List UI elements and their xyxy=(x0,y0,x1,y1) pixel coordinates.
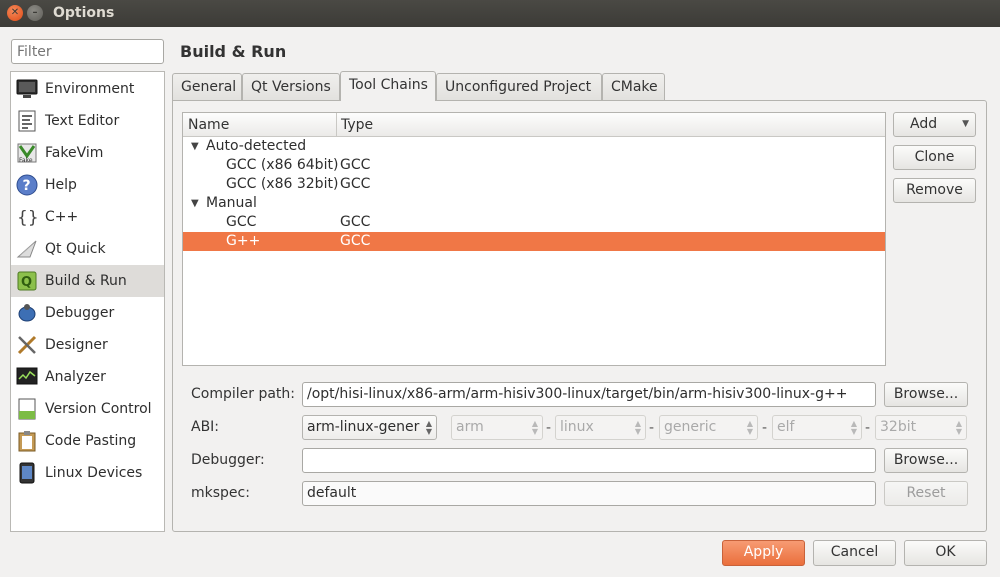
sidebar-item-text-editor[interactable]: Text Editor xyxy=(11,105,164,137)
tab-unconfigured-project[interactable]: Unconfigured Project xyxy=(436,73,602,100)
braces-icon: {} xyxy=(15,205,39,229)
filter-input[interactable] xyxy=(11,39,164,64)
ok-button[interactable]: OK xyxy=(904,540,987,566)
debugger-field[interactable] xyxy=(302,448,876,473)
abi-width-select[interactable]: 32bit ▲ ▼ xyxy=(875,415,967,440)
tab-tool-chains[interactable]: Tool Chains xyxy=(340,71,436,101)
svg-text:{}: {} xyxy=(17,208,38,228)
svg-text:?: ? xyxy=(23,178,31,194)
sidebar-item-code-pasting[interactable]: Code Pasting xyxy=(11,425,164,457)
abi-select[interactable]: arm-linux-gener ▲ ▼ xyxy=(302,415,437,440)
svg-text:Q: Q xyxy=(21,275,32,290)
tree-header: Name Type xyxy=(183,113,885,137)
sidebar-item-linux-devices[interactable]: Linux Devices xyxy=(11,457,164,489)
sidebar-item-qt-quick[interactable]: Qt Quick xyxy=(11,233,164,265)
minimize-window-icon[interactable]: – xyxy=(27,5,43,21)
apply-button[interactable]: Apply xyxy=(722,540,805,566)
tree-row-selected[interactable]: G++ GCC xyxy=(183,232,885,251)
sidebar-item-fakevim[interactable]: Fake FakeVim xyxy=(11,137,164,169)
abi-format-select[interactable]: elf ▲ ▼ xyxy=(772,415,862,440)
sidebar-item-designer[interactable]: Designer xyxy=(11,329,164,361)
reset-button[interactable]: Reset xyxy=(884,481,968,506)
window-title: Options xyxy=(53,5,115,21)
clone-button[interactable]: Clone xyxy=(893,145,976,170)
sidebar-item-cpp[interactable]: {} C++ xyxy=(11,201,164,233)
spin-arrows-icon: ▲ ▼ xyxy=(634,419,641,436)
column-header-type[interactable]: Type xyxy=(341,113,373,137)
help-icon: ? xyxy=(15,173,39,197)
spin-arrows-icon: ▲ ▼ xyxy=(850,419,857,436)
abi-flavor-select[interactable]: generic ▲ ▼ xyxy=(659,415,758,440)
tree-row[interactable]: GCC GCC xyxy=(183,213,885,232)
sidebar-item-debugger[interactable]: Debugger xyxy=(11,297,164,329)
remove-button[interactable]: Remove xyxy=(893,178,976,203)
spin-arrows-icon: ▲ ▼ xyxy=(425,419,432,436)
tree-row[interactable]: GCC (x86 32bit) GCC xyxy=(183,175,885,194)
clipboard-icon xyxy=(15,429,39,453)
column-divider xyxy=(336,113,337,137)
abi-architecture-select[interactable]: arm ▲ ▼ xyxy=(451,415,543,440)
tab-cmake[interactable]: CMake xyxy=(602,73,665,100)
qt-quick-icon xyxy=(15,237,39,261)
sidebar-item-environment[interactable]: Environment xyxy=(11,73,164,105)
designer-icon xyxy=(15,333,39,357)
sidebar-item-version-control[interactable]: Version Control xyxy=(11,393,164,425)
close-window-icon[interactable]: ✕ xyxy=(7,5,23,21)
cancel-button[interactable]: Cancel xyxy=(813,540,896,566)
tool-chain-tree[interactable]: Name Type ▼ Auto-detected GCC (x86 64bit… xyxy=(182,112,886,366)
spin-arrows-icon: ▲ ▼ xyxy=(746,419,753,436)
expand-triangle-icon[interactable]: ▼ xyxy=(191,137,199,156)
compiler-path-field[interactable]: /opt/hisi-linux/x86-arm/arm-hisiv300-lin… xyxy=(302,382,876,407)
compiler-path-label: Compiler path: xyxy=(191,386,296,402)
tree-group-auto-detected[interactable]: ▼ Auto-detected xyxy=(183,137,885,156)
debugger-label: Debugger: xyxy=(191,452,265,468)
device-icon xyxy=(15,461,39,485)
abi-separator: - xyxy=(649,420,655,436)
sidebar-item-build-run[interactable]: Q Build & Run xyxy=(11,265,164,297)
version-control-icon xyxy=(15,397,39,421)
add-button[interactable]: Add ▼ xyxy=(893,112,976,137)
compiler-browse-button[interactable]: Browse... xyxy=(884,382,968,407)
expand-triangle-icon[interactable]: ▼ xyxy=(191,194,199,213)
analyzer-icon xyxy=(15,365,39,389)
debugger-icon xyxy=(15,301,39,325)
chevron-down-icon: ▼ xyxy=(962,119,969,129)
category-sidebar: Environment Text Editor Fake FakeVim ? H… xyxy=(10,71,165,532)
tree-row[interactable]: GCC (x86 64bit) GCC xyxy=(183,156,885,175)
abi-separator: - xyxy=(546,420,552,436)
column-header-name[interactable]: Name xyxy=(188,113,229,137)
fakevim-icon: Fake xyxy=(15,141,39,165)
abi-label: ABI: xyxy=(191,419,220,435)
spin-arrows-icon: ▲ ▼ xyxy=(955,419,962,436)
abi-separator: - xyxy=(865,420,871,436)
mkspec-label: mkspec: xyxy=(191,485,250,501)
monitor-icon xyxy=(15,77,39,101)
page-title: Build & Run xyxy=(180,42,287,61)
debugger-browse-button[interactable]: Browse... xyxy=(884,448,968,473)
build-run-icon: Q xyxy=(15,269,39,293)
mkspec-field[interactable]: default xyxy=(302,481,876,506)
title-bar: ✕ – Options xyxy=(0,0,1000,27)
svg-text:Fake: Fake xyxy=(19,157,33,164)
spin-arrows-icon: ▲ ▼ xyxy=(531,419,538,436)
sidebar-item-analyzer[interactable]: Analyzer xyxy=(11,361,164,393)
abi-separator: - xyxy=(762,420,768,436)
sidebar-item-help[interactable]: ? Help xyxy=(11,169,164,201)
tab-general[interactable]: General xyxy=(172,73,242,100)
tree-group-manual[interactable]: ▼ Manual xyxy=(183,194,885,213)
tab-qt-versions[interactable]: Qt Versions xyxy=(242,73,340,100)
abi-os-select[interactable]: linux ▲ ▼ xyxy=(555,415,646,440)
text-document-icon xyxy=(15,109,39,133)
